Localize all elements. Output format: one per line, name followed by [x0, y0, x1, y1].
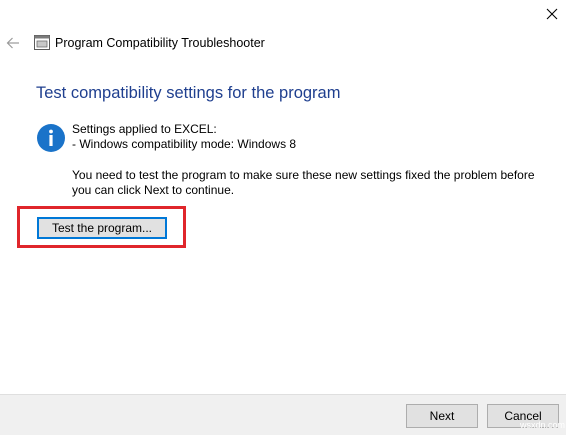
settings-applied-text: Settings applied to EXCEL:	[72, 122, 217, 136]
compatibility-mode-text: - Windows compatibility mode: Windows 8	[72, 137, 297, 151]
instruction-text-line1: You need to test the program to make sur…	[72, 168, 535, 182]
test-program-button[interactable]: Test the program...	[37, 217, 167, 239]
next-button[interactable]: Next	[406, 404, 478, 428]
troubleshooter-window: Program Compatibility Troubleshooter Tes…	[0, 0, 566, 435]
watermark: wsxdn.com	[520, 420, 566, 430]
footer-bar	[0, 394, 566, 435]
instruction-text-line2: you can click Next to continue.	[72, 183, 235, 197]
close-icon[interactable]	[541, 3, 563, 25]
info-icon	[36, 123, 66, 153]
window-title: Program Compatibility Troubleshooter	[55, 36, 265, 50]
page-heading: Test compatibility settings for the prog…	[36, 84, 341, 102]
back-arrow-icon[interactable]	[4, 34, 22, 52]
troubleshooter-icon	[34, 35, 50, 50]
